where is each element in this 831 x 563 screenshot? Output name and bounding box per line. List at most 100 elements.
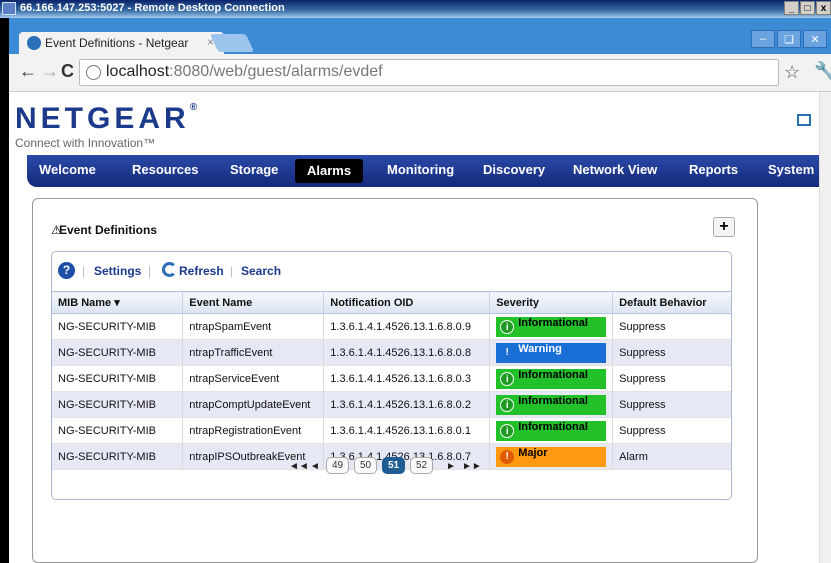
browser-restore-button[interactable]: ❏ bbox=[777, 30, 801, 48]
reload-icon[interactable]: C bbox=[61, 61, 74, 82]
oid-cell: 1.3.6.1.4.1.4526.13.1.6.8.0.2 bbox=[323, 391, 491, 418]
url-path: :8080/web/guest/alarms/evdef bbox=[169, 63, 383, 80]
toolbar-separator: | bbox=[230, 264, 234, 278]
next-page-button[interactable]: ► bbox=[446, 461, 456, 472]
behavior-cell: Suppress bbox=[612, 391, 731, 418]
behavior-cell: Suppress bbox=[612, 417, 731, 444]
table-row[interactable]: NG-SECURITY-MIB ntrapSpamEvent 1.3.6.1.4… bbox=[52, 313, 731, 340]
column-header-default-behavior[interactable]: Default Behavior bbox=[612, 291, 731, 314]
last-page-button[interactable]: ►► bbox=[462, 461, 482, 472]
nav-item-reports[interactable]: Reports bbox=[689, 162, 738, 177]
severity-badge: ! Warning bbox=[496, 342, 607, 363]
nav-item-discovery[interactable]: Discovery bbox=[483, 162, 545, 177]
pagination: ◄◄ ◄ 49 50 51 52 ► ►► bbox=[52, 453, 731, 499]
nav-item-welcome[interactable]: Welcome bbox=[39, 162, 96, 177]
table-header-row: MIB Name ▾ Event Name Notification OID S… bbox=[52, 291, 731, 314]
browser-minimize-button[interactable]: – bbox=[751, 30, 775, 48]
mib-name-cell: NG-SECURITY-MIB bbox=[52, 365, 184, 392]
events-table: MIB Name ▾ Event Name Notification OID S… bbox=[52, 291, 731, 470]
wrench-menu-icon[interactable]: 🔧 bbox=[814, 61, 831, 82]
column-header-severity[interactable]: Severity bbox=[489, 291, 614, 314]
severity-label: Informational bbox=[518, 368, 588, 381]
event-name-cell: ntrapSpamEvent bbox=[182, 313, 325, 340]
toolbar-separator: | bbox=[148, 264, 152, 278]
severity-label: Informational bbox=[518, 420, 588, 433]
back-icon[interactable]: ← bbox=[19, 61, 37, 82]
window-restore-icon[interactable] bbox=[797, 114, 811, 126]
severity-badge: i Informational bbox=[496, 316, 607, 337]
help-icon[interactable]: ? bbox=[58, 262, 75, 279]
add-event-button[interactable]: + bbox=[713, 217, 735, 237]
info-icon: i bbox=[500, 397, 515, 412]
event-name-cell: ntrapComptUpdateEvent bbox=[182, 391, 325, 418]
column-header-event-name[interactable]: Event Name bbox=[182, 291, 325, 314]
severity-cell: ! Warning bbox=[489, 339, 614, 366]
browser-tab-strip: Event Definitions - Netgear × – ❏ ✕ bbox=[9, 18, 831, 54]
info-icon: i bbox=[500, 319, 515, 334]
page-number[interactable]: 49 bbox=[326, 457, 350, 474]
event-definitions-grid: ? | Settings | Refresh | Search MIB Name… bbox=[51, 251, 732, 500]
rdp-close-button[interactable]: x bbox=[816, 1, 831, 15]
nav-item-system[interactable]: System bbox=[768, 162, 814, 177]
event-definitions-panel: ⚠ Event Definitions + ? | Settings | Ref… bbox=[32, 198, 758, 563]
prev-page-button[interactable]: ◄ bbox=[310, 461, 320, 472]
mib-name-cell: NG-SECURITY-MIB bbox=[52, 391, 184, 418]
page-number[interactable]: 52 bbox=[410, 457, 434, 474]
address-bar[interactable]: localhost:8080/web/guest/alarms/evdef bbox=[79, 59, 779, 86]
info-icon: i bbox=[500, 423, 515, 438]
new-tab-button[interactable] bbox=[209, 34, 255, 52]
rdp-minimize-button[interactable]: _ bbox=[784, 1, 799, 15]
netgear-logo[interactable]: NETGEAR® bbox=[15, 102, 197, 136]
search-link[interactable]: Search bbox=[241, 264, 281, 278]
event-name-cell: ntrapTrafficEvent bbox=[182, 339, 325, 366]
logo-registered-mark: ® bbox=[189, 102, 198, 113]
nav-item-resources[interactable]: Resources bbox=[132, 162, 198, 177]
table-row[interactable]: NG-SECURITY-MIB ntrapTrafficEvent 1.3.6.… bbox=[52, 339, 731, 366]
mib-name-cell: NG-SECURITY-MIB bbox=[52, 339, 184, 366]
page-scrollbar[interactable] bbox=[819, 92, 831, 563]
column-header-mib-name[interactable]: MIB Name ▾ bbox=[52, 291, 184, 314]
page-number[interactable]: 50 bbox=[354, 457, 378, 474]
browser-close-button[interactable]: ✕ bbox=[803, 30, 827, 48]
refresh-link[interactable]: Refresh bbox=[179, 264, 224, 278]
oid-cell: 1.3.6.1.4.1.4526.13.1.6.8.0.3 bbox=[323, 365, 491, 392]
behavior-cell: Suppress bbox=[612, 313, 731, 340]
table-row[interactable]: NG-SECURITY-MIB ntrapRegistrationEvent 1… bbox=[52, 417, 731, 444]
grid-toolbar: ? | Settings | Refresh | Search bbox=[52, 252, 731, 292]
window-left-border bbox=[0, 18, 9, 563]
rdp-app-icon bbox=[2, 2, 16, 15]
severity-label: Informational bbox=[518, 394, 588, 407]
behavior-cell: Suppress bbox=[612, 365, 731, 392]
bookmark-star-icon[interactable]: ☆ bbox=[784, 62, 800, 83]
browser-tab-title: Event Definitions - Netgear bbox=[45, 36, 189, 50]
rdp-maximize-button[interactable]: □ bbox=[800, 1, 815, 15]
event-name-cell: ntrapRegistrationEvent bbox=[182, 417, 325, 444]
nav-item-storage[interactable]: Storage bbox=[230, 162, 278, 177]
browser-tab-event-definitions[interactable]: Event Definitions - Netgear × bbox=[19, 32, 224, 54]
severity-label: Warning bbox=[518, 342, 562, 355]
page-info-icon[interactable] bbox=[86, 65, 101, 80]
nav-item-alarms[interactable]: Alarms bbox=[295, 159, 364, 183]
severity-badge: i Informational bbox=[496, 420, 607, 441]
table-row[interactable]: NG-SECURITY-MIB ntrapComptUpdateEvent 1.… bbox=[52, 391, 731, 418]
browser-window-controls: – ❏ ✕ bbox=[749, 30, 827, 48]
warning-icon: ! bbox=[505, 346, 509, 358]
table-row[interactable]: NG-SECURITY-MIB ntrapServiceEvent 1.3.6.… bbox=[52, 365, 731, 392]
column-header-notification-oid[interactable]: Notification OID bbox=[323, 291, 491, 314]
rdp-window-controls: _ □ x bbox=[783, 1, 831, 15]
settings-link[interactable]: Settings bbox=[94, 264, 141, 278]
netgear-favicon-icon bbox=[27, 36, 41, 50]
severity-label: Informational bbox=[518, 316, 588, 329]
severity-cell: i Informational bbox=[489, 417, 614, 444]
first-page-button[interactable]: ◄◄ bbox=[289, 461, 309, 472]
nav-item-monitoring[interactable]: Monitoring bbox=[387, 162, 454, 177]
forward-icon[interactable]: → bbox=[41, 61, 59, 82]
refresh-icon[interactable] bbox=[162, 262, 177, 277]
rdp-title-bar: 66.166.147.253:5027 - Remote Desktop Con… bbox=[0, 0, 831, 18]
logo-text: NETGEAR bbox=[15, 102, 190, 135]
current-page[interactable]: 51 bbox=[382, 457, 406, 474]
info-icon: i bbox=[500, 371, 515, 386]
page-content: NETGEAR® Connect with Innovation™ Welcom… bbox=[9, 92, 823, 563]
nav-item-network-view[interactable]: Network View bbox=[573, 162, 657, 177]
severity-badge: i Informational bbox=[496, 394, 607, 415]
